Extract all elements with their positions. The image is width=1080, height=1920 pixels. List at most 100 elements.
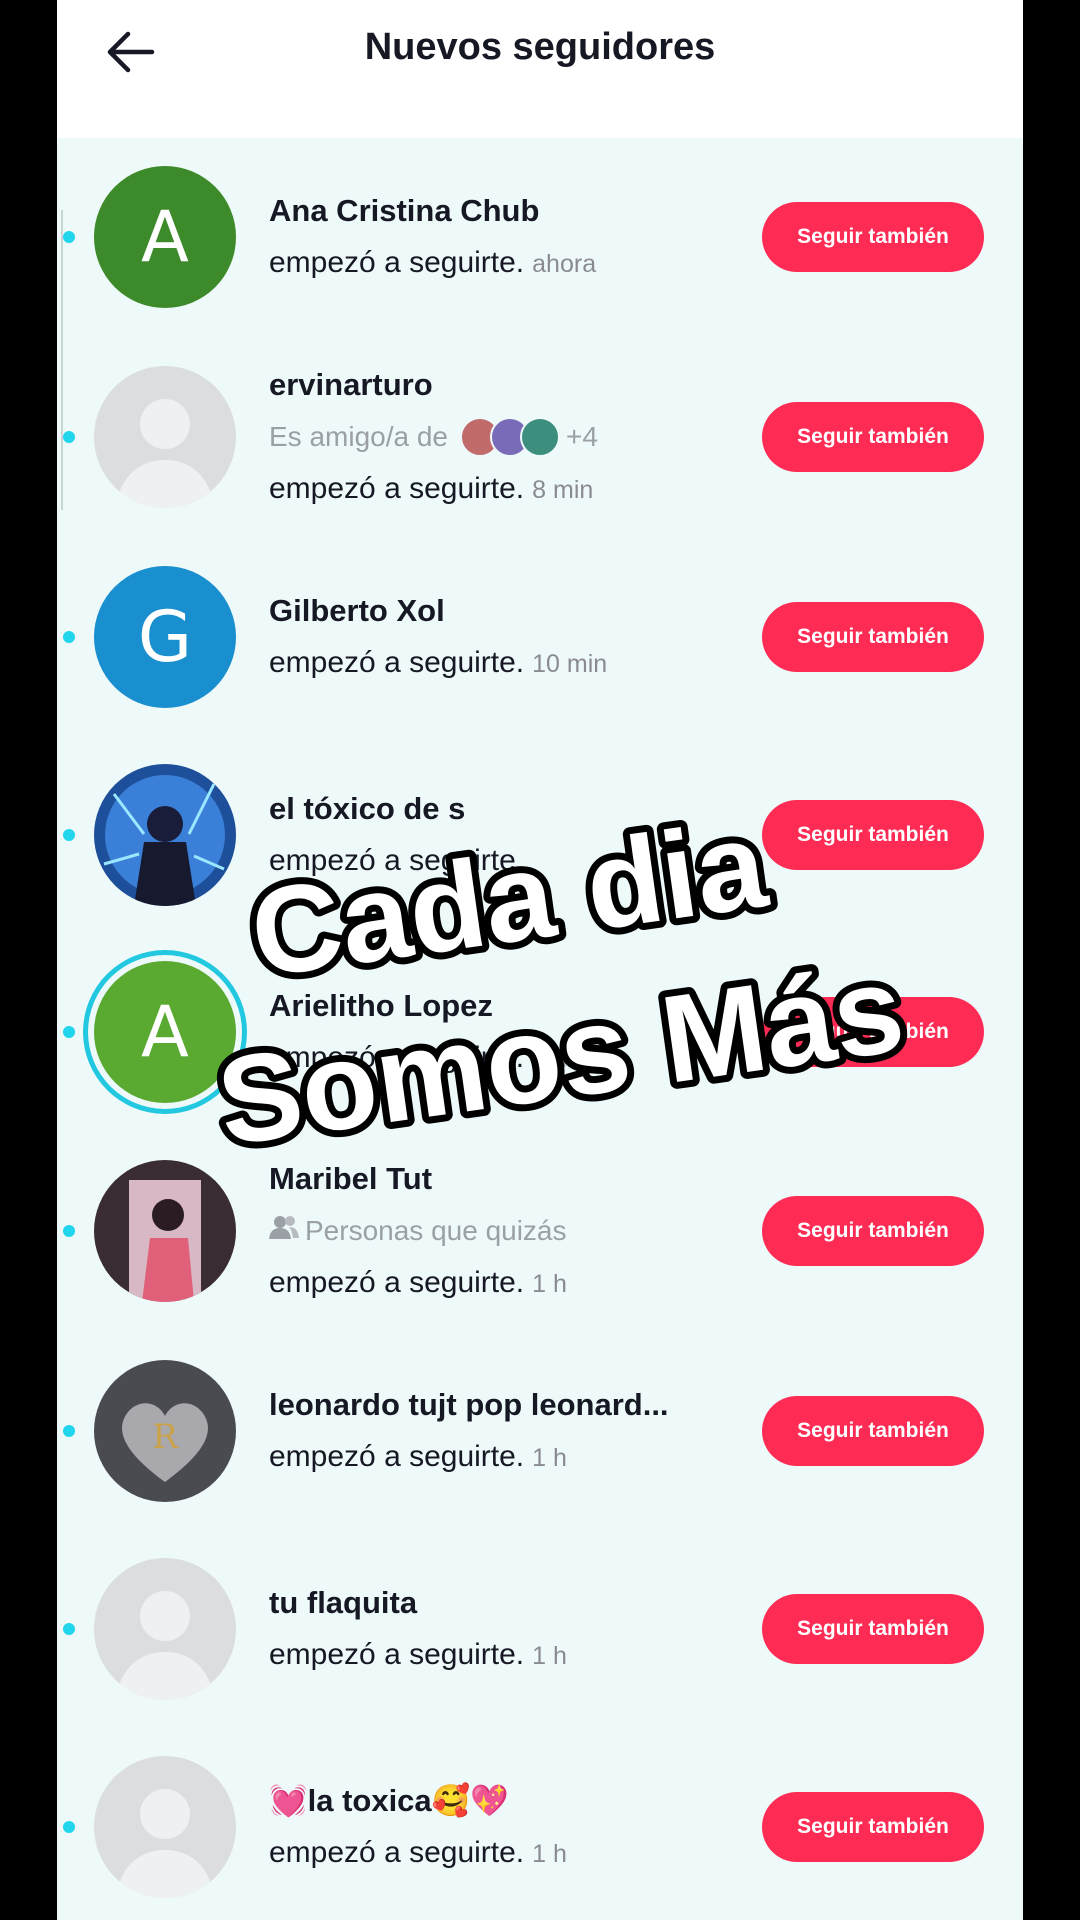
follower-info: leonardo tujt pop leonard... empezó a seg… (269, 1385, 749, 1478)
follower-row[interactable]: A Ana Cristina Chub empezó a seguirte. ahor… (57, 138, 1023, 336)
mutual-friends-count: +4 (566, 421, 598, 452)
follower-context: Personas que quizás (269, 1211, 749, 1251)
profile-photo-icon: R (94, 1360, 236, 1502)
activity-time: 10 min (532, 650, 608, 678)
follow-back-button[interactable]: Seguir también (762, 799, 984, 870)
page-title: Nuevos seguidores (364, 26, 716, 68)
follower-row[interactable]: Rleonardo tujt pop leonard... empezó a se… (57, 1332, 1023, 1530)
avatar[interactable] (94, 763, 236, 906)
follow-activity: empezó a seguirte. 1 h (269, 1833, 749, 1874)
unread-dot (63, 1821, 75, 1833)
people-icon-wrapper (269, 1211, 299, 1251)
follow-activity: empezó a seguirte. 10 min (269, 643, 749, 684)
default-avatar-icon (94, 1756, 236, 1898)
activity-text: empezó a seguirte. (269, 843, 525, 877)
unread-dot (63, 1225, 75, 1237)
follower-row[interactable]: ervinarturo Es amigo/a de +4 empezó a segui… (57, 336, 1023, 538)
activity-text: empezó a seguirte. (269, 246, 525, 279)
activity-text: empezó a seguirte. (269, 1040, 525, 1074)
activity-time: 8 min (532, 476, 594, 504)
follower-row[interactable]: G Gilberto Xol empezó a seguirte. 10 min Seg… (57, 538, 1023, 736)
follower-name[interactable]: Arielitho Lopez (269, 986, 749, 1026)
new-followers-screen: Nuevos seguidores A Ana Cristina Chub empe… (57, 0, 1023, 1920)
follow-back-button[interactable]: Seguir también (762, 1594, 984, 1664)
profile-photo-icon (94, 1160, 236, 1302)
avatar[interactable]: A (94, 166, 236, 308)
follow-activity: empezó a seguirte. 1 h (269, 1263, 749, 1304)
unread-dot (63, 231, 75, 243)
follower-row[interactable]: tu flaquita empezó a seguirte. 1 h Seguir t… (57, 1530, 1023, 1728)
follow-back-button[interactable]: Seguir también (762, 202, 984, 272)
avatar[interactable]: G (94, 566, 236, 708)
activity-time: 1 h (532, 1642, 567, 1670)
follower-row[interactable]: 💓la toxica🥰💖 empezó a seguirte. 1 h Seguir … (57, 1728, 1023, 1920)
profile-photo-icon (94, 763, 236, 906)
svg-text:R: R (152, 1417, 179, 1457)
activity-time: 1 h (532, 1270, 567, 1298)
unread-dot (63, 631, 75, 643)
suggestion-label: Personas que quizás (305, 1215, 567, 1246)
unread-dot (63, 828, 75, 841)
activity-text: empezó a seguirte. (269, 1266, 525, 1299)
follower-info: tu flaquita empezó a seguirte. 1 h (269, 1583, 749, 1676)
avatar[interactable] (94, 1558, 236, 1700)
avatar[interactable]: R (94, 1360, 236, 1502)
activity-text: empezó a seguirte. (269, 1440, 525, 1473)
activity-time: 1 h (532, 1044, 567, 1073)
unread-dot (63, 1025, 75, 1038)
activity-text: empezó a seguirte. (269, 1638, 525, 1671)
unread-dot (63, 431, 75, 443)
activity-text: empezó a seguirte. (269, 646, 525, 679)
avatar-letter: A (141, 196, 189, 278)
default-avatar-icon (94, 366, 236, 508)
follower-info: 💓la toxica🥰💖 empezó a seguirte. 1 h (269, 1781, 749, 1874)
follow-back-button[interactable]: Seguir también (762, 1792, 984, 1862)
header-bar: Nuevos seguidores (57, 0, 1023, 138)
activity-time: 1 h (532, 1840, 567, 1868)
activity-time: ahora (532, 250, 597, 278)
follower-name[interactable]: Maribel Tut (269, 1159, 749, 1199)
follower-row[interactable]: el tóxico de s empezó a seguirte. Seguir t… (57, 736, 1023, 933)
follower-name[interactable]: leonardo tujt pop leonard... (269, 1385, 749, 1425)
follower-name[interactable]: tu flaquita (269, 1583, 749, 1623)
default-avatar-icon (94, 1558, 236, 1700)
activity-text: empezó a seguirte. (269, 472, 525, 505)
follower-name[interactable]: el tóxico de s (269, 789, 749, 829)
follower-info: Gilberto Xol empezó a seguirte. 10 min (269, 591, 749, 684)
follower-name[interactable]: Ana Cristina Chub (269, 191, 749, 231)
follow-activity: empezó a seguirte. 1 h (269, 1437, 749, 1478)
avatar[interactable] (94, 1756, 236, 1898)
follow-back-button[interactable]: Seguir también (762, 602, 984, 672)
mutual-friends-label: Es amigo/a de (269, 421, 448, 452)
follower-info: el tóxico de s empezó a seguirte. (269, 789, 749, 882)
avatar-letter: G (137, 596, 193, 678)
follower-info: Arielitho Lopez empezó a seguirte. 1 h (269, 986, 749, 1079)
follow-back-button[interactable]: Seguir también (762, 1196, 984, 1266)
people-icon (269, 1216, 299, 1239)
follower-name[interactable]: 💓la toxica🥰💖 (269, 1781, 749, 1821)
follow-back-button[interactable]: Seguir también (762, 1396, 984, 1466)
unread-dot (63, 1623, 75, 1635)
follow-activity: empezó a seguirte. ahora (269, 243, 749, 284)
follower-row[interactable]: A Arielitho Lopez empezó a seguirte. 1 h Seg… (57, 933, 1023, 1130)
follow-back-button[interactable]: Seguir también (762, 402, 984, 472)
follow-activity: empezó a seguirte. 8 min (269, 469, 749, 510)
follower-info: Maribel Tut Personas que quizás empezó a s… (269, 1159, 749, 1304)
follow-activity: empezó a seguirte. (269, 841, 749, 882)
follow-activity: empezó a seguirte. 1 h (269, 1038, 749, 1079)
follower-name[interactable]: ervinarturo (269, 365, 749, 405)
avatar[interactable] (94, 1160, 236, 1302)
avatar[interactable]: A (94, 960, 236, 1103)
follower-info: Ana Cristina Chub empezó a seguirte. ahora (269, 191, 749, 284)
avatar-letter: A (141, 990, 189, 1073)
activity-time: 1 h (532, 1444, 567, 1472)
activity-text: empezó a seguirte. (269, 1836, 525, 1869)
follower-context: Es amigo/a de +4 (269, 417, 749, 457)
follow-back-button[interactable]: Seguir también (762, 996, 984, 1067)
follower-row[interactable]: Maribel Tut Personas que quizás empezó a s… (57, 1130, 1023, 1332)
unread-dot (63, 1425, 75, 1437)
mutual-friend-avatar (520, 417, 560, 457)
follower-name[interactable]: Gilberto Xol (269, 591, 749, 631)
follow-activity: empezó a seguirte. 1 h (269, 1635, 749, 1676)
avatar[interactable] (94, 366, 236, 508)
